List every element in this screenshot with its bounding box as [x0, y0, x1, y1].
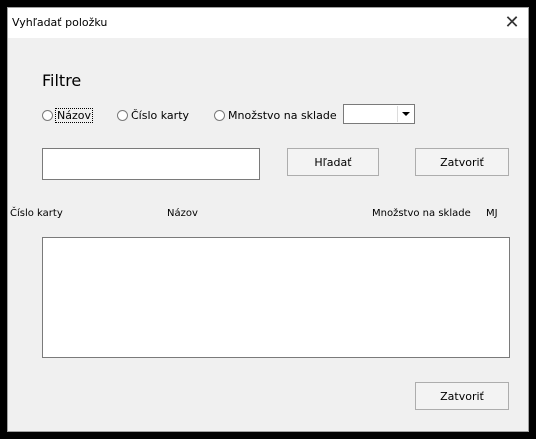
close-bottom-button-label: Zatvoriť — [440, 389, 484, 403]
search-input[interactable] — [42, 148, 260, 180]
close-top-button[interactable]: Zatvoriť — [415, 148, 509, 176]
radio-stock-quantity-label: Množstvo na sklade — [228, 108, 337, 122]
radio-circle-icon[interactable] — [117, 109, 128, 121]
radio-circle-icon[interactable] — [42, 109, 53, 121]
search-button-label: Hľadať — [314, 155, 352, 169]
title-bar: Vyhľadať položku ✕ — [8, 8, 528, 38]
dialog-title: Vyhľadať položku — [12, 16, 108, 29]
radio-name-label: Názov — [55, 107, 93, 123]
radio-card-number[interactable]: Číslo karty — [117, 106, 189, 124]
radio-card-number-label: Číslo karty — [131, 108, 190, 122]
filters-heading: Filtre — [42, 71, 82, 90]
radio-stock-quantity[interactable]: Množstvo na sklade — [214, 106, 337, 124]
column-header-name: Názov — [167, 208, 198, 219]
close-top-button-label: Zatvoriť — [440, 155, 484, 169]
filter-radio-group: Názov Číslo karty Množstvo na sklade — [8, 106, 528, 124]
column-header-unit: MJ — [486, 208, 498, 219]
search-button[interactable]: Hľadať — [287, 148, 379, 176]
column-header-card-number: Číslo karty — [10, 208, 63, 219]
chevron-down-icon[interactable] — [397, 106, 413, 122]
close-icon[interactable]: ✕ — [500, 11, 524, 35]
radio-circle-icon[interactable] — [214, 109, 225, 121]
radio-name[interactable]: Názov — [42, 106, 93, 124]
search-item-dialog: Vyhľadať položku ✕ Filtre Názov Číslo ka… — [7, 7, 529, 432]
close-bottom-button[interactable]: Zatvoriť — [415, 382, 509, 410]
results-list[interactable] — [42, 237, 510, 358]
quantity-combo[interactable] — [343, 104, 415, 124]
column-header-stock-quantity: Množstvo na sklade — [372, 208, 471, 219]
